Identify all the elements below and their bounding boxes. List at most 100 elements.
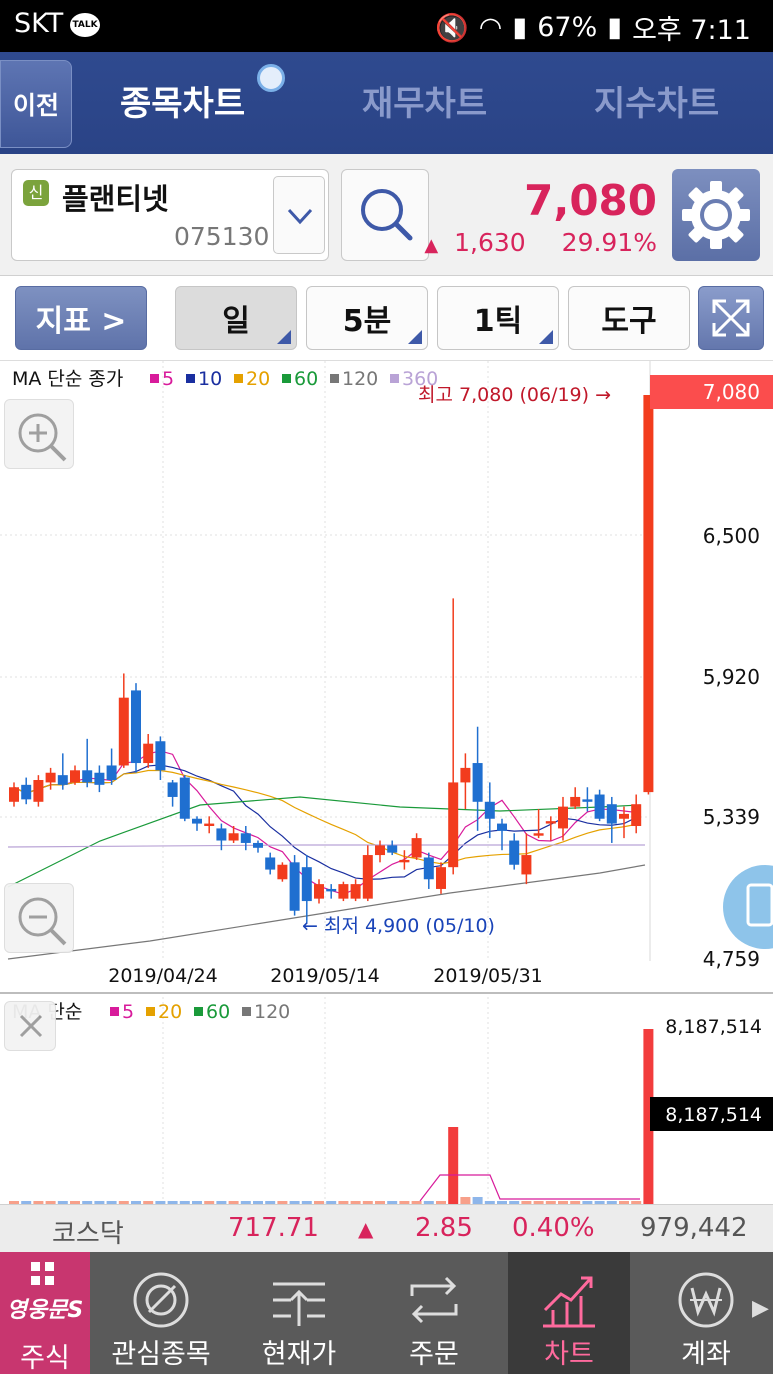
search-button[interactable] xyxy=(341,169,429,261)
candle xyxy=(33,775,44,807)
nav-order[interactable]: 주문 xyxy=(373,1252,495,1374)
nav-chart[interactable]: 차트 xyxy=(508,1252,630,1374)
stock-dropdown-button[interactable] xyxy=(273,176,325,254)
tab-financial-chart[interactable]: 재무차트 xyxy=(362,76,487,125)
nav-watchlist[interactable]: 관심종목 xyxy=(100,1252,222,1374)
battery-level: 67% xyxy=(537,12,598,43)
nav-account-label: 계좌 xyxy=(681,1339,731,1370)
chevron-down-icon xyxy=(287,208,313,225)
y-tick-label: 5,920 xyxy=(703,665,760,689)
candle xyxy=(521,833,532,885)
close-icon xyxy=(19,1014,43,1038)
x-tick-label: 2019/04/24 xyxy=(108,965,218,987)
y-tick-label: 5,339 xyxy=(703,805,760,829)
candle xyxy=(350,879,361,902)
legend-label: 5 xyxy=(162,368,174,390)
nav-quote[interactable]: 현재가 xyxy=(238,1252,360,1374)
candle xyxy=(460,753,471,810)
nav-more-arrow-icon[interactable]: ▶ xyxy=(752,1296,769,1321)
candle xyxy=(411,833,422,860)
candle xyxy=(289,855,300,916)
candle xyxy=(472,726,483,831)
indicator-button[interactable]: 지표 > xyxy=(15,286,147,350)
refresh-icon[interactable] xyxy=(257,64,285,92)
volume-max-label: 8,187,514 xyxy=(665,1016,762,1038)
tools-button[interactable]: 도구 xyxy=(568,286,690,350)
legend-label: 5 xyxy=(122,1001,134,1023)
legend-swatch xyxy=(282,374,291,383)
up-arrow-icon: ▲ xyxy=(424,235,439,256)
tab-stock-chart[interactable]: 종목차트 xyxy=(120,76,245,125)
nav-account[interactable]: 계좌 xyxy=(645,1252,767,1374)
candle xyxy=(484,782,495,839)
battery-icon: ▮ xyxy=(607,12,623,43)
y-tick-label: 4,759 xyxy=(703,947,760,971)
carrier-label: SKT xyxy=(14,8,64,39)
period-5min-button[interactable]: 5분 xyxy=(306,286,428,350)
candle xyxy=(423,852,434,889)
close-subchart-button[interactable] xyxy=(4,1001,56,1051)
candle xyxy=(131,683,141,773)
volume-current-tag: 8,187,514 xyxy=(665,1104,762,1126)
index-change-percent: 0.40% xyxy=(512,1213,595,1243)
stock-info-row: 신 플랜티넷 075130 7,080 ▲ 1,630 29.91% xyxy=(0,154,773,276)
period-day-label: 일 xyxy=(222,304,250,339)
price-change-row: ▲ 1,630 29.91% xyxy=(424,228,657,257)
back-button[interactable]: 이전 xyxy=(0,60,72,148)
candle xyxy=(570,787,581,810)
legend-swatch xyxy=(150,374,159,383)
price-volume-chart-svg[interactable]: MA 단순 종가 5 10 20 60 120 360 최고 7,080 (06/19) … xyxy=(0,361,773,1205)
price-change-percent: 29.91% xyxy=(561,228,657,257)
bottom-navigation: 영웅문S 주식 관심종목 현재가 주문 차트 계좌 ▶ xyxy=(0,1252,773,1374)
candle xyxy=(558,796,568,841)
candle xyxy=(362,845,373,902)
candle xyxy=(118,673,129,768)
candle xyxy=(9,782,19,807)
legend-label: 60 xyxy=(294,368,318,390)
index-value: 717.71 xyxy=(228,1213,319,1243)
zoom-out-button[interactable] xyxy=(4,883,74,953)
index-change: 2.85 xyxy=(415,1213,473,1243)
candle xyxy=(509,833,520,870)
chart-area[interactable]: MA 단순 종가 5 10 20 60 120 360 최고 7,080 (06/19) … xyxy=(0,360,773,1205)
settings-button[interactable] xyxy=(672,169,760,261)
period-1tick-label: 1틱 xyxy=(473,304,523,339)
legend-swatch xyxy=(390,374,399,383)
candle xyxy=(545,816,556,841)
floating-widget-button[interactable] xyxy=(723,865,773,949)
zoom-in-button[interactable] xyxy=(4,399,74,469)
chart-toolbar: 지표 > 일 5분 1틱 도구 xyxy=(0,276,773,360)
nav-order-label: 주문 xyxy=(409,1339,459,1370)
current-price: 7,080 xyxy=(524,176,657,225)
stock-selector[interactable]: 신 플랜티넷 075130 xyxy=(11,169,329,261)
high-annotation: 최고 7,080 (06/19) → xyxy=(418,384,611,406)
market-index-bar[interactable]: 코스닥 717.71 ▲ 2.85 0.40% 979,442 xyxy=(0,1204,773,1252)
nav-stock[interactable]: 영웅문S 주식 xyxy=(0,1252,90,1374)
candle xyxy=(70,765,80,785)
period-1tick-button[interactable]: 1틱 xyxy=(437,286,559,350)
candle xyxy=(277,862,288,882)
brand-logo: 영웅문S xyxy=(6,1298,84,1323)
chart-icon xyxy=(543,1276,595,1328)
candle xyxy=(448,598,459,875)
legend-swatch xyxy=(242,1007,251,1016)
legend-label: 10 xyxy=(198,368,222,390)
tab-index-chart[interactable]: 지수차트 xyxy=(594,76,719,125)
candle xyxy=(167,779,178,807)
period-day-button[interactable]: 일 xyxy=(175,286,297,350)
nav-watchlist-label: 관심종목 xyxy=(111,1339,211,1370)
legend-swatch xyxy=(330,374,339,383)
up-arrow-icon: ▲ xyxy=(358,1217,374,1241)
fullscreen-button[interactable] xyxy=(698,286,764,350)
candle xyxy=(21,777,32,805)
candle xyxy=(204,816,215,834)
x-tick-label: 2019/05/14 xyxy=(270,965,380,987)
index-volume: 979,442 xyxy=(640,1213,748,1243)
nav-chart-label: 차트 xyxy=(544,1339,594,1370)
candle xyxy=(643,395,654,795)
candle xyxy=(253,840,263,853)
quote-icon xyxy=(273,1282,325,1326)
target-icon xyxy=(133,1272,189,1328)
price-legend-prefix: MA 단순 종가 xyxy=(12,368,123,390)
expand-icon xyxy=(712,299,750,337)
